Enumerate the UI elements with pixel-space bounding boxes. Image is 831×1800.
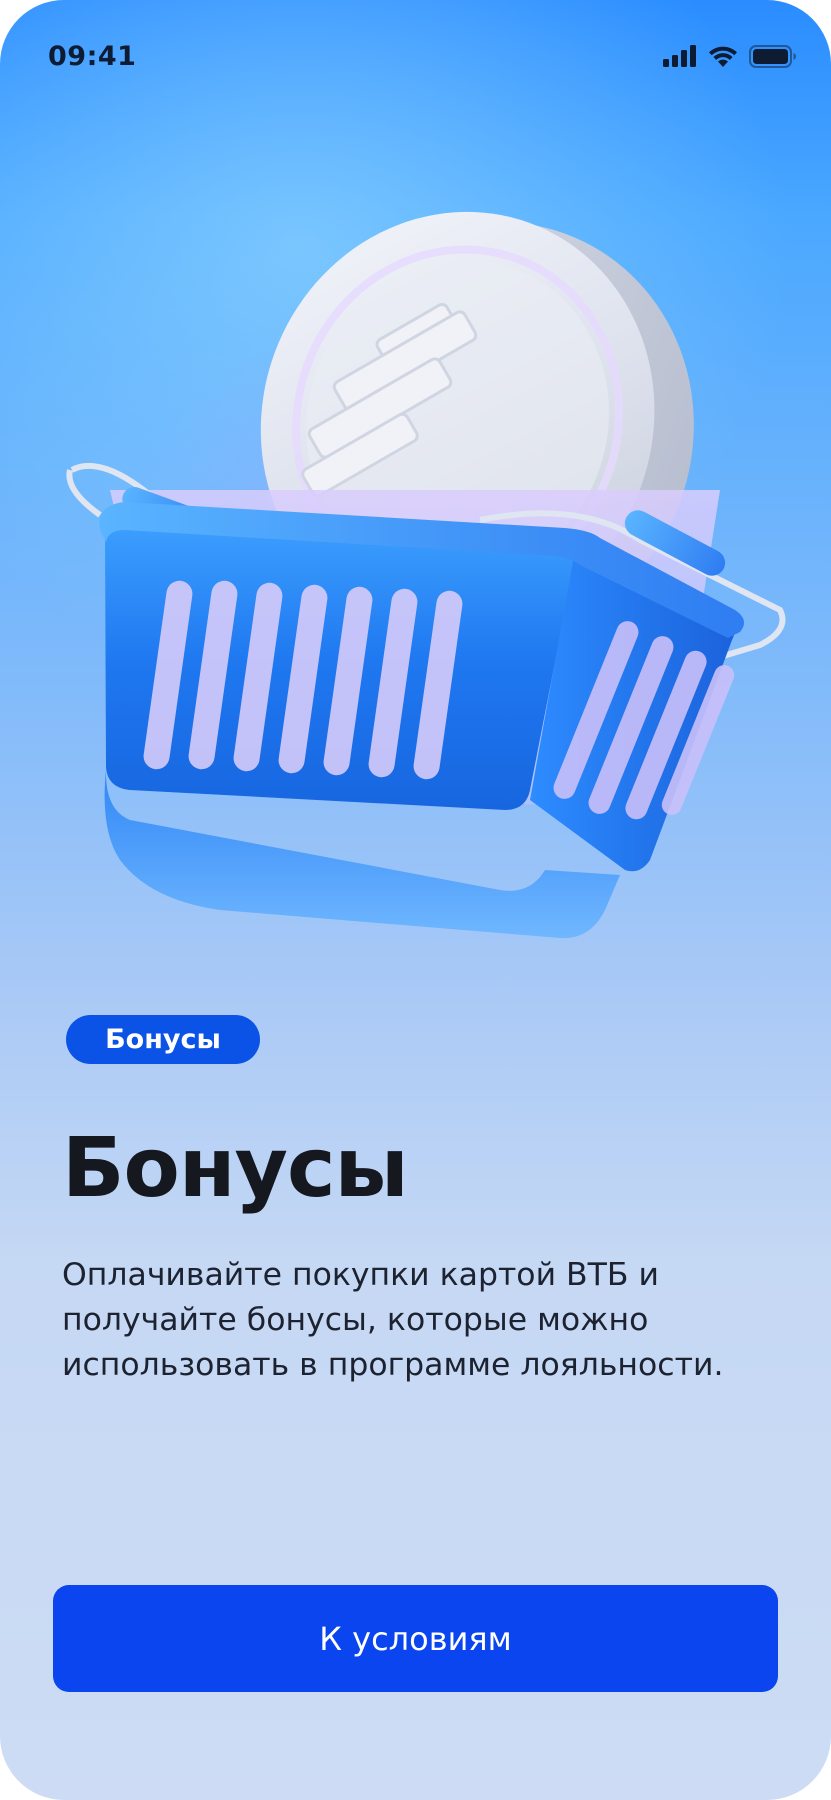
description: Оплачивайте покупки картой ВТБ и получай… bbox=[62, 1257, 724, 1383]
category-tag: Бонусы bbox=[66, 1015, 260, 1064]
category-tag-label: Бонусы bbox=[105, 1024, 221, 1055]
signal-icon bbox=[663, 45, 696, 67]
status-icons bbox=[663, 44, 797, 68]
status-time: 09:41 bbox=[48, 40, 137, 72]
page-title: Бонусы bbox=[62, 1121, 409, 1216]
screen: 09:41 Бонусы Бонусы Оплачивайте покупки … bbox=[0, 0, 831, 1800]
basket-with-coin-illustration bbox=[66, 211, 786, 939]
status-bar: 09:41 bbox=[48, 36, 797, 76]
conditions-button[interactable]: К условиям bbox=[53, 1585, 778, 1692]
battery-icon bbox=[749, 44, 796, 68]
wifi-icon bbox=[709, 46, 737, 67]
